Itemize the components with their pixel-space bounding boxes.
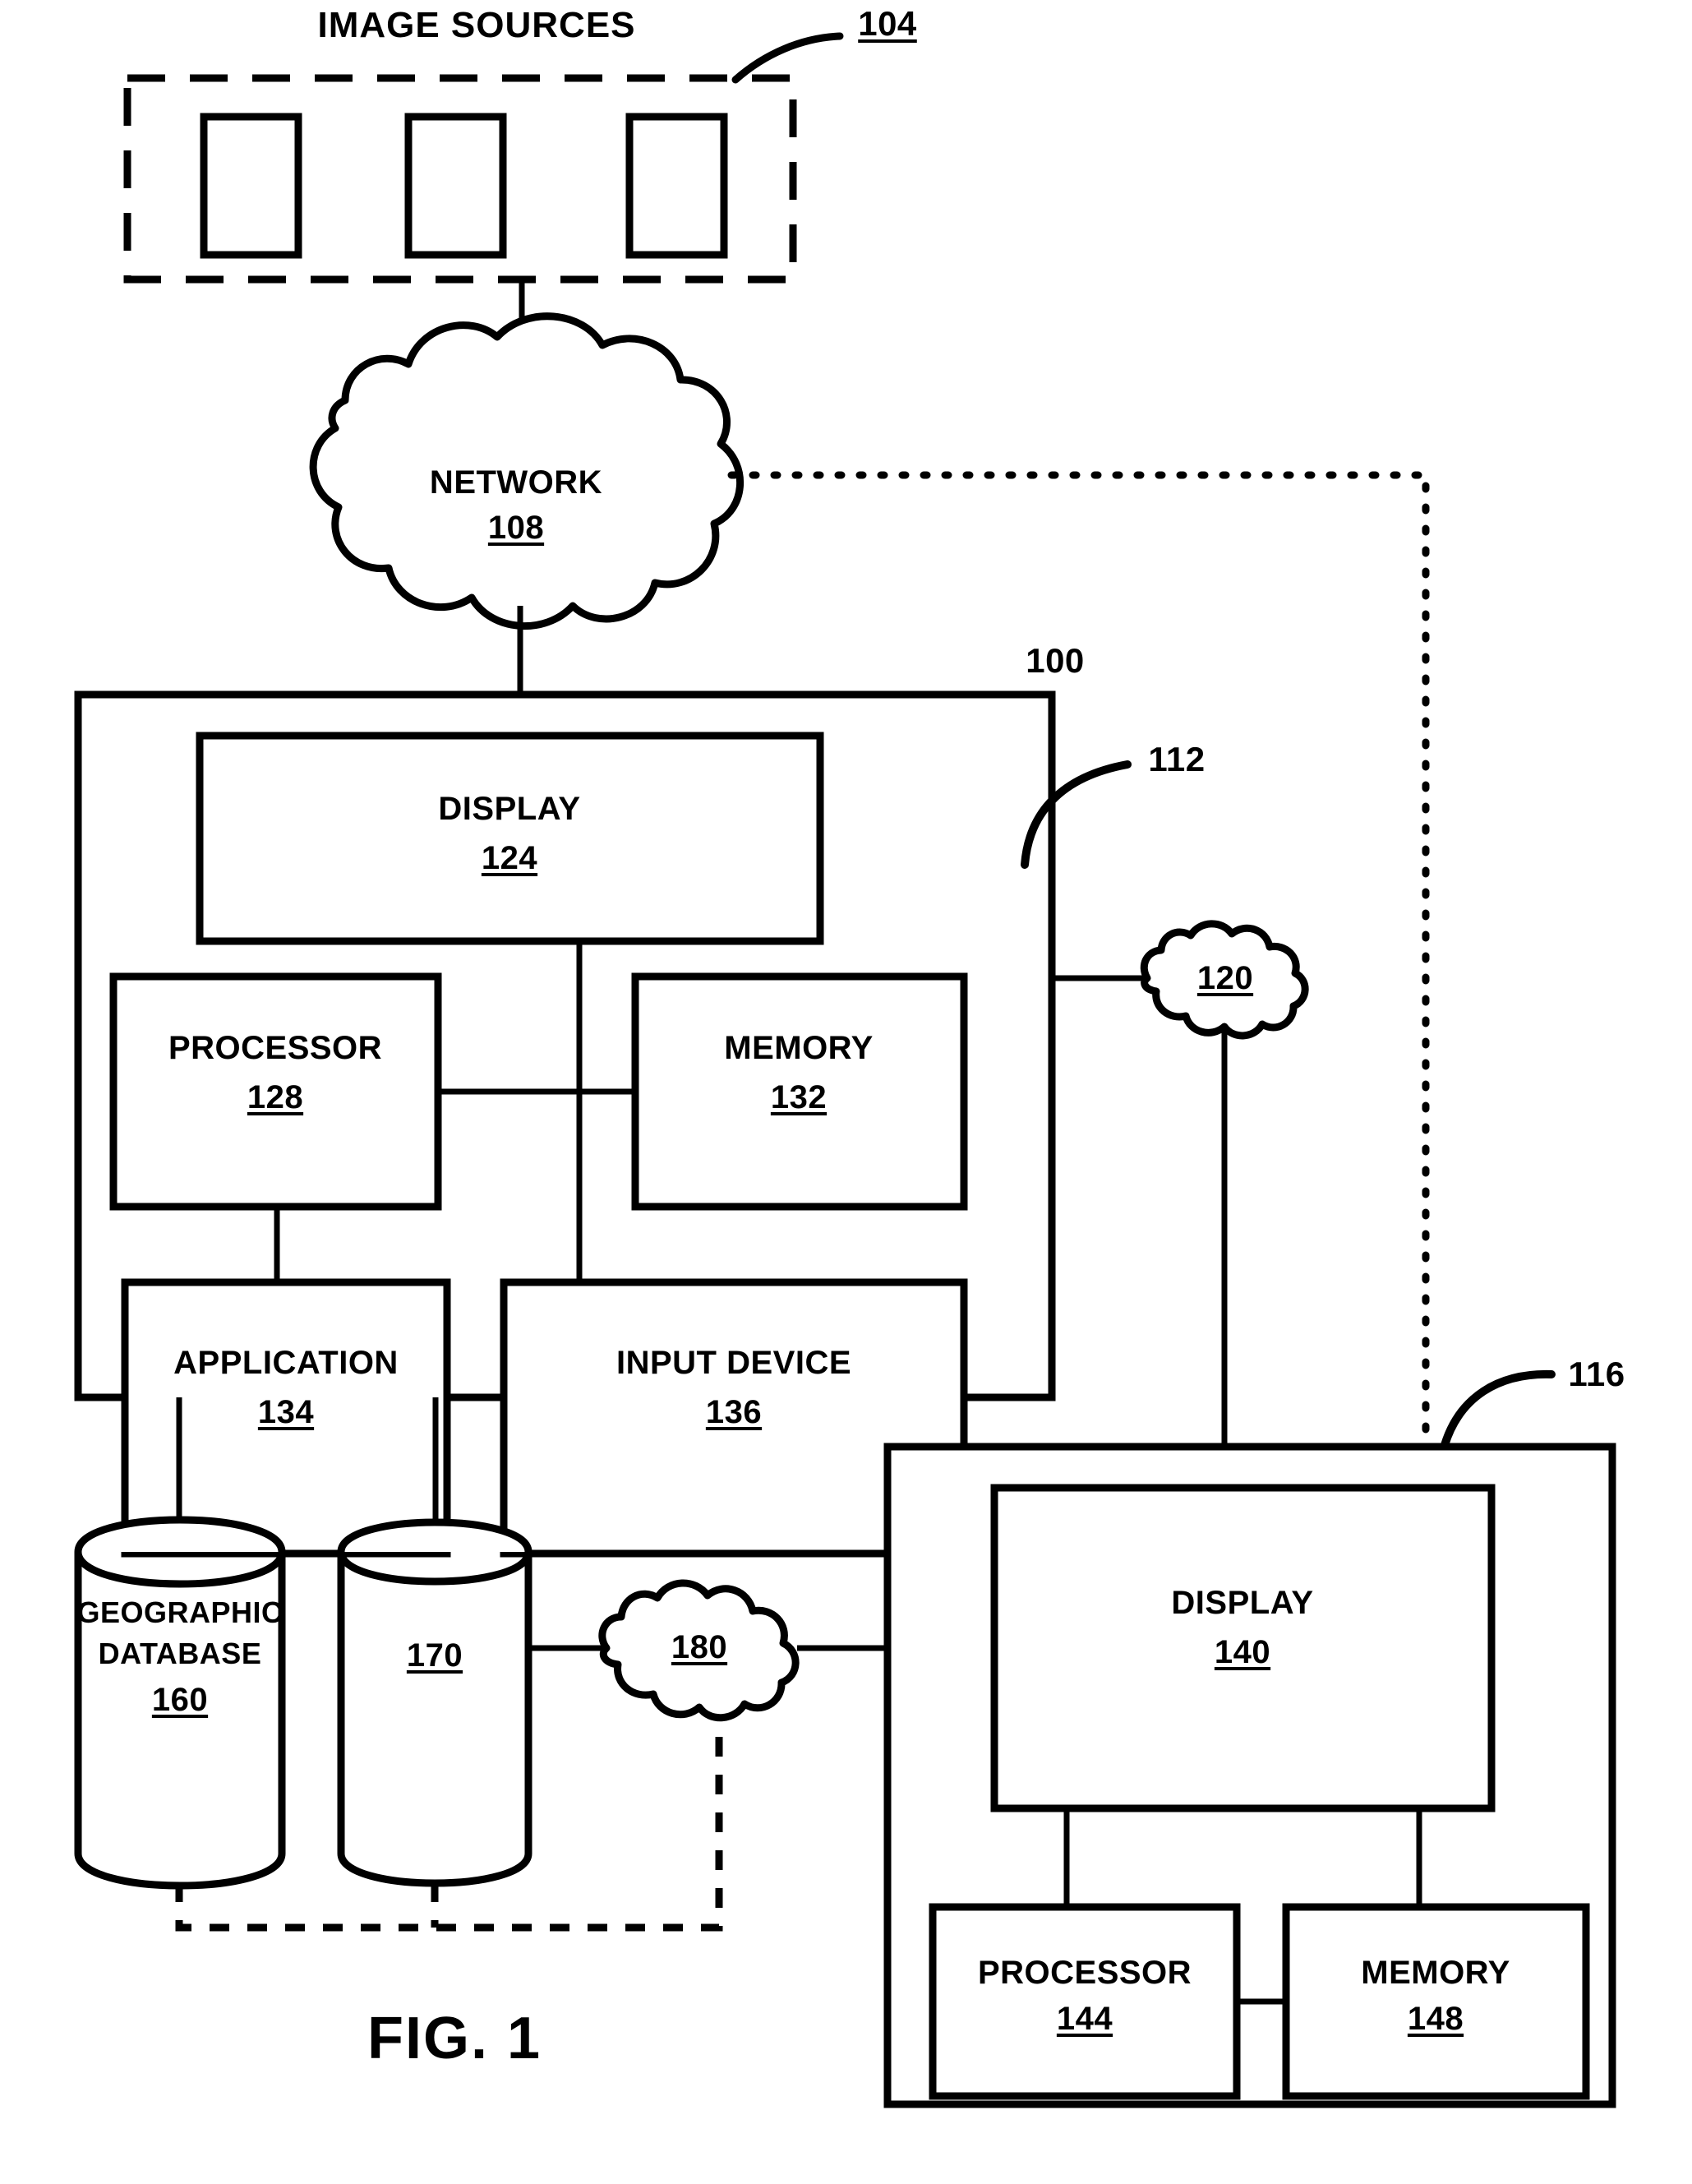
processor-128-ref: 128 xyxy=(247,1079,304,1115)
image-sources-ref-104: 104 xyxy=(858,4,917,43)
input-device-136-ref: 136 xyxy=(705,1394,763,1430)
network-label: NETWORK xyxy=(429,464,603,501)
processor-128-label: PROCESSOR xyxy=(168,1030,383,1066)
db160-bottom-ellipse xyxy=(74,1853,286,1890)
display-140-label: DISPLAY xyxy=(1171,1585,1314,1621)
processor-144-label: PROCESSOR xyxy=(977,1955,1192,1991)
image-source-box-3 xyxy=(625,113,728,259)
display-140-ref: 140 xyxy=(1214,1634,1271,1670)
cloud-120-ref: 120 xyxy=(1196,960,1254,996)
memory-148-label: MEMORY xyxy=(1361,1955,1510,1991)
dashed-db-interconnect-left xyxy=(175,1722,723,1932)
device-system-ref-116: 116 xyxy=(1568,1355,1625,1393)
memory-148-ref: 148 xyxy=(1407,2001,1464,2037)
system-ref-100: 100 xyxy=(1026,641,1085,680)
input-device-136-label: INPUT DEVICE xyxy=(615,1345,852,1381)
memory-132-label: MEMORY xyxy=(724,1030,874,1066)
processor-144-ref: 144 xyxy=(1056,2001,1113,2037)
leader-line-116 xyxy=(1441,1369,1556,1449)
image-sources-title: IMAGE SOURCES xyxy=(317,5,636,45)
db170-ref: 170 xyxy=(406,1637,463,1674)
cloud-180-ref: 180 xyxy=(671,1629,728,1665)
client-system-ref-112: 112 xyxy=(1148,740,1206,778)
application-134-label: APPLICATION xyxy=(173,1345,399,1381)
db160-label-line2: DATABASE xyxy=(98,1637,262,1670)
display-124-ref: 124 xyxy=(481,840,538,876)
db170-top-ellipse xyxy=(337,1518,532,1554)
network-ref-108: 108 xyxy=(487,510,545,546)
figure-caption: FIG. 1 xyxy=(367,2006,542,2071)
display-124-box xyxy=(196,732,824,945)
application-134-ref: 134 xyxy=(257,1394,315,1430)
display-124-label: DISPLAY xyxy=(438,791,581,827)
image-source-box-1 xyxy=(200,113,302,259)
image-source-box-2 xyxy=(404,113,507,259)
leader-line-104 xyxy=(731,32,844,84)
db160-label-line1: GEOGRAPHIC xyxy=(76,1595,284,1629)
memory-132-ref: 132 xyxy=(770,1079,828,1115)
db160-ref: 160 xyxy=(151,1682,209,1718)
db170-bottom-ellipse xyxy=(337,1852,532,1887)
db160-top-ellipse xyxy=(74,1516,286,1553)
patent-figure-1: IMAGE SOURCES 104 NETWORK 108 100 112 DI… xyxy=(0,0,1692,2184)
